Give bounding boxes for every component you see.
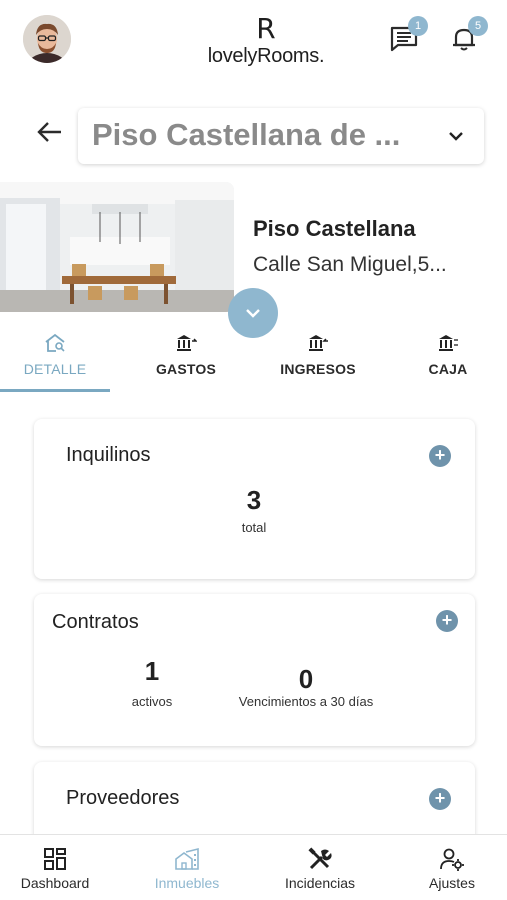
user-avatar[interactable] bbox=[23, 15, 71, 63]
nav-inmuebles-label: Inmuebles bbox=[154, 875, 220, 891]
property-tabs: DETALLE GASTOS INGRESOS CAJA bbox=[0, 325, 507, 395]
add-contract-button[interactable]: + bbox=[436, 610, 458, 632]
dashboard-icon bbox=[44, 848, 66, 870]
contracts-expiring-label: Vencimientos a 30 días bbox=[238, 694, 374, 709]
bank-out-icon bbox=[177, 335, 197, 351]
property-selector[interactable]: Piso Castellana de ... bbox=[78, 108, 484, 164]
tools-icon bbox=[308, 847, 332, 870]
user-gear-icon bbox=[440, 848, 464, 871]
tab-caja-label: CAJA bbox=[428, 361, 468, 377]
bank-exchange-icon bbox=[439, 335, 458, 351]
nav-inmuebles[interactable]: Inmuebles bbox=[142, 835, 232, 900]
contracts-active-label: activos bbox=[131, 694, 173, 709]
tenants-total-value: 3 bbox=[246, 485, 262, 515]
plus-icon: + bbox=[434, 788, 446, 808]
tab-ingresos[interactable]: INGRESOS bbox=[270, 325, 366, 395]
add-provider-button[interactable]: + bbox=[429, 788, 451, 810]
tab-gastos-label: GASTOS bbox=[155, 361, 217, 377]
tenants-card[interactable]: Inquilinos + 3 total bbox=[34, 419, 475, 579]
contracts-active-value: 1 bbox=[144, 656, 160, 686]
property-name: Piso Castellana bbox=[253, 216, 416, 241]
nav-incidencias-label: Incidencias bbox=[284, 875, 356, 891]
plus-icon: + bbox=[441, 610, 453, 630]
add-tenant-button[interactable]: + bbox=[429, 445, 451, 467]
logo-text: lovelyRooms. bbox=[207, 45, 325, 67]
logo-mark: R bbox=[256, 12, 276, 45]
app-logo: R lovelyRooms. bbox=[196, 14, 336, 68]
chevron-down-icon bbox=[449, 132, 463, 141]
tab-detalle-label: DETALLE bbox=[23, 361, 87, 377]
nav-ajustes[interactable]: Ajustes bbox=[412, 835, 492, 900]
arrow-left-icon bbox=[37, 122, 61, 142]
plus-icon: + bbox=[434, 445, 446, 465]
tab-detalle[interactable]: DETALLE bbox=[0, 325, 110, 395]
tenants-total-label: total bbox=[241, 520, 267, 535]
property-photo bbox=[0, 182, 234, 312]
property-address: Calle San Miguel,5... bbox=[253, 253, 447, 276]
property-selector-value: Piso Castellana de ... bbox=[92, 117, 401, 152]
messages-button[interactable]: 1 bbox=[388, 16, 428, 58]
top-bar: R lovelyRooms. 1 5 bbox=[0, 0, 507, 80]
tab-caja[interactable]: CAJA bbox=[410, 325, 486, 395]
nav-incidencias[interactable]: Incidencias bbox=[272, 835, 368, 900]
notifications-button[interactable]: 5 bbox=[448, 16, 488, 58]
back-button[interactable] bbox=[34, 116, 66, 148]
notifications-badge: 5 bbox=[468, 16, 488, 36]
nav-ajustes-label: Ajustes bbox=[429, 875, 475, 891]
tab-gastos[interactable]: GASTOS bbox=[136, 325, 236, 395]
providers-title: Proveedores bbox=[66, 787, 180, 809]
building-icon bbox=[175, 847, 199, 870]
contracts-card[interactable]: Contratos + 1 activos 0 Vencimientos a 3… bbox=[34, 594, 475, 746]
house-search-icon bbox=[45, 333, 65, 352]
messages-badge: 1 bbox=[408, 16, 428, 36]
nav-dashboard-label: Dashboard bbox=[20, 875, 90, 891]
contracts-expiring-value: 0 bbox=[298, 664, 314, 694]
bottom-navigation: Dashboard Inmuebles Incidencias Ajustes bbox=[0, 834, 507, 900]
nav-dashboard[interactable]: Dashboard bbox=[10, 835, 100, 900]
tab-ingresos-label: INGRESOS bbox=[280, 361, 356, 377]
bank-in-icon bbox=[309, 335, 328, 351]
tenants-title: Inquilinos bbox=[66, 444, 151, 466]
active-tab-indicator bbox=[0, 389, 110, 392]
contracts-title: Contratos bbox=[52, 611, 139, 633]
